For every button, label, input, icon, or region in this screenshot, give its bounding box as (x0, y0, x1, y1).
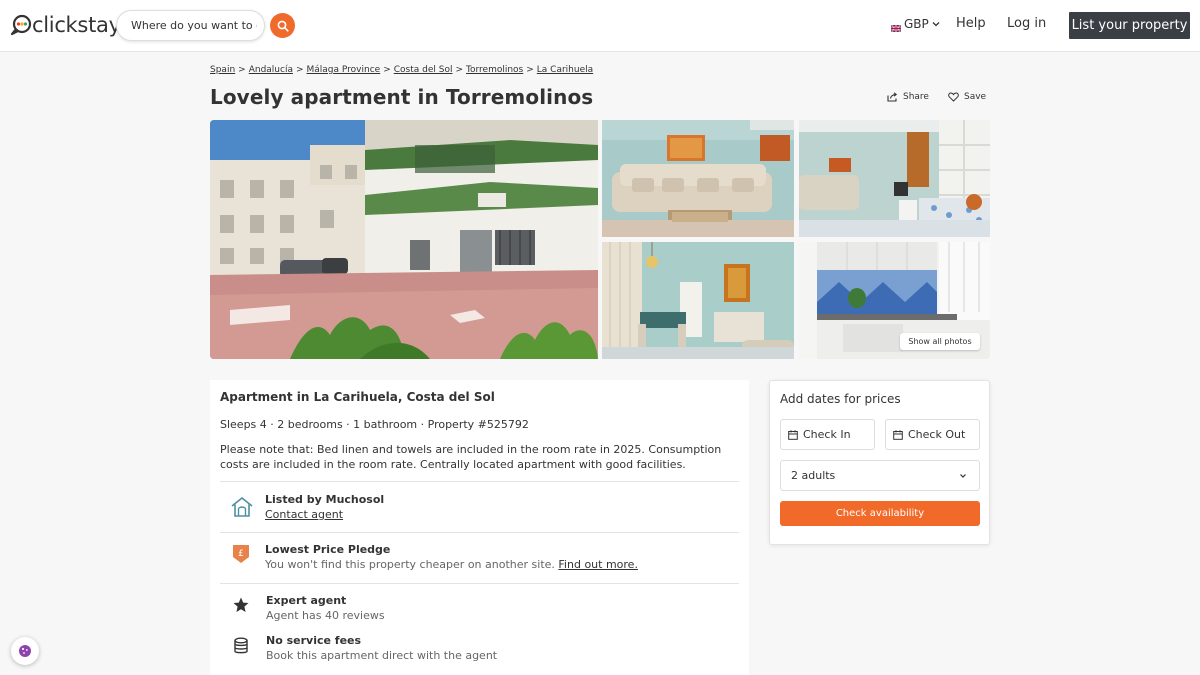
uk-flag-icon (890, 21, 902, 33)
property-specs: Sleeps 4 · 2 bedrooms · 1 bathroom · Pro… (220, 418, 529, 431)
search-input[interactable] (117, 11, 257, 40)
breadcrumb-separator: > (238, 65, 246, 75)
share-icon (887, 92, 898, 102)
main-photo-building-exterior[interactable] (210, 120, 598, 359)
divider (220, 583, 739, 584)
photo-living-dining-area[interactable] (799, 120, 990, 237)
property-description: Please note that: Bed linen and towels a… (220, 443, 722, 471)
feature-price-pledge-text: You won't find this property cheaper on … (265, 558, 638, 571)
check-in-field[interactable]: Check In (780, 419, 875, 450)
property-heading: Apartment in La Carihuela, Costa del Sol (220, 390, 495, 404)
breadcrumb-spain[interactable]: Spain (210, 65, 235, 75)
cookie-settings-button[interactable] (11, 637, 39, 665)
logo[interactable]: clickstay (10, 12, 121, 38)
divider (220, 481, 739, 482)
database-coins-icon (229, 634, 253, 658)
booking-heading: Add dates for prices (780, 392, 901, 406)
price-pledge-badge-icon: £ (229, 542, 253, 566)
feature-expert-agent: Expert agent (266, 594, 347, 607)
breadcrumb-costa-del-sol[interactable]: Costa del Sol (394, 65, 453, 75)
list-property-button[interactable]: List your property (1069, 12, 1190, 39)
share-label: Share (903, 92, 929, 102)
breadcrumb-separator: > (455, 65, 464, 75)
price-pledge-description: You won't find this property cheaper on … (265, 558, 555, 571)
photo-living-room-sofa[interactable] (602, 120, 794, 237)
chevron-down-icon (960, 473, 966, 478)
house-icon (230, 495, 254, 519)
logo-text: clickstay (32, 13, 121, 37)
feature-price-pledge: Lowest Price Pledge (265, 543, 391, 556)
show-all-photos-button[interactable]: Show all photos (900, 333, 980, 350)
help-link[interactable]: Help (956, 16, 986, 31)
breadcrumb-la-carihuela[interactable]: La Carihuela (537, 65, 593, 75)
currency-label: GBP (904, 17, 929, 31)
property-details-card: Apartment in La Carihuela, Costa del Sol… (210, 380, 749, 675)
page-title: Lovely apartment in Torremolinos (210, 85, 594, 109)
check-out-label: Check Out (908, 428, 966, 441)
guests-select[interactable]: 2 adults (780, 460, 980, 491)
feature-listed-by: Listed by Muchosol (265, 493, 385, 506)
breadcrumb-separator: > (383, 65, 391, 75)
breadcrumb-separator: > (526, 65, 534, 75)
find-out-more-link[interactable]: Find out more. (558, 558, 638, 571)
save-label: Save (964, 92, 987, 102)
calendar-icon (893, 429, 903, 440)
login-link[interactable]: Log in (1007, 16, 1046, 31)
currency-selector[interactable]: GBP (890, 17, 940, 33)
check-out-field[interactable]: Check Out (885, 419, 980, 450)
breadcrumb-malaga-province[interactable]: Málaga Province (307, 65, 381, 75)
cookie-icon (19, 645, 31, 657)
feature-no-service-fees: No service fees (266, 634, 362, 647)
chat-bubble-icon (10, 14, 32, 36)
check-availability-button[interactable]: Check availability (780, 501, 980, 526)
check-in-label: Check In (803, 428, 851, 441)
search-box[interactable] (116, 10, 265, 41)
contact-agent-link[interactable]: Contact agent (265, 508, 343, 521)
booking-card: Add dates for prices Check In Check Out … (769, 380, 990, 545)
guests-value: 2 adults (791, 469, 836, 482)
feature-expert-agent-text: Agent has 40 reviews (266, 609, 385, 622)
calendar-icon (788, 429, 798, 440)
chevron-down-icon (932, 22, 940, 27)
svg-text:£: £ (238, 549, 244, 559)
divider (220, 532, 739, 533)
star-icon (229, 593, 253, 617)
breadcrumb-torremolinos[interactable]: Torremolinos (466, 65, 523, 75)
breadcrumb-separator: > (295, 65, 304, 75)
breadcrumb-andalucia[interactable]: Andalucía (249, 65, 293, 75)
breadcrumb: Spain > Andalucía > Málaga Province > Co… (210, 65, 593, 75)
search-icon (277, 20, 289, 32)
site-header: clickstay GBP Help Log in List you (0, 0, 1200, 52)
search-button[interactable] (270, 13, 295, 38)
photo-dining-room[interactable] (602, 242, 794, 359)
feature-no-service-fees-text: Book this apartment direct with the agen… (266, 649, 498, 662)
save-button[interactable]: Save (948, 92, 986, 102)
heart-icon (948, 92, 959, 102)
share-button[interactable]: Share (887, 92, 929, 102)
